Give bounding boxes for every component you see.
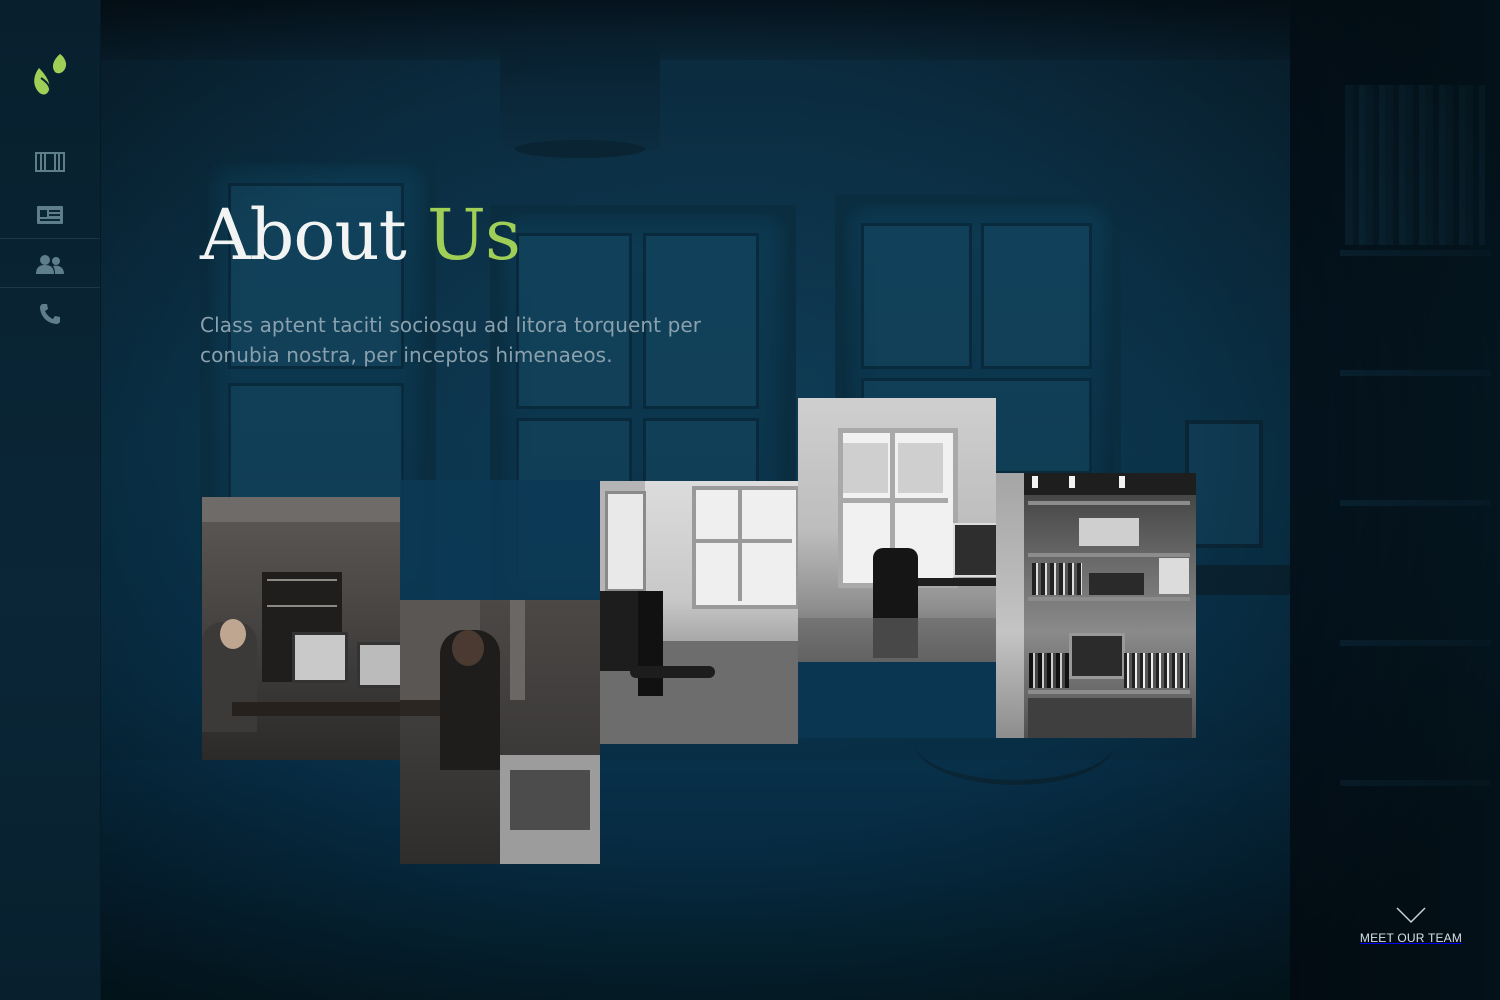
film-strip-icon (35, 152, 65, 172)
collage-overlay-tile (798, 662, 996, 738)
office-photo-wall (996, 473, 1024, 738)
people-icon (36, 255, 64, 274)
phone-icon (40, 304, 60, 324)
meet-our-team-link[interactable]: MEET OUR TEAM (1355, 905, 1467, 947)
meet-our-team-label: MEET OUR TEAM (1359, 931, 1463, 945)
title-accent: Us (426, 194, 521, 276)
page-title: About Us (200, 190, 521, 280)
office-photo-desk (202, 497, 400, 760)
office-photo-window-room (600, 481, 798, 744)
nav-item-contact[interactable] (0, 290, 100, 338)
id-card-icon (37, 206, 63, 224)
nav-divider (0, 287, 100, 288)
about-page: About Us Class aptent taciti sociosqu ad… (0, 0, 1500, 1000)
office-photo-coworker (400, 600, 600, 864)
nav-item-portfolio[interactable] (0, 138, 100, 186)
leaf-logo-icon[interactable] (33, 52, 69, 98)
sidebar-nav (0, 0, 101, 1000)
intro-text: Class aptent taciti sociosqu ad litora t… (200, 313, 702, 367)
collage-overlay-tile (400, 480, 600, 600)
title-main: About (200, 194, 407, 276)
chevron-down-icon (1396, 907, 1426, 924)
nav-divider (0, 238, 100, 239)
nav-item-team[interactable] (0, 240, 100, 288)
office-photo-workstation (798, 398, 996, 662)
nav-item-about[interactable] (0, 191, 100, 239)
office-photo-bookshelf (1024, 473, 1196, 738)
